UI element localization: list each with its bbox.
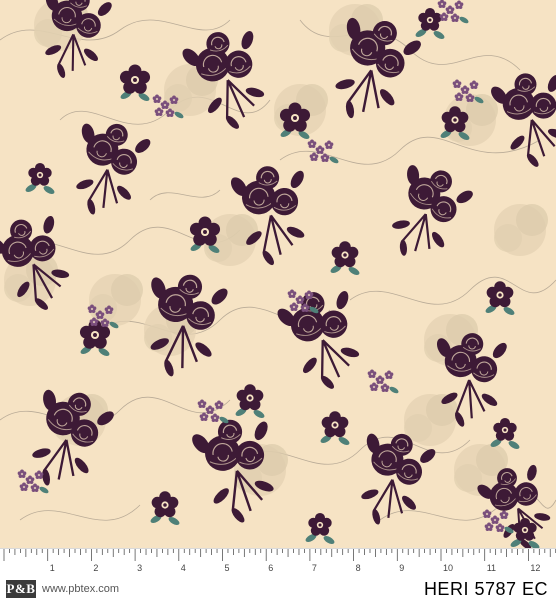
product-code: HERI 5787 EC bbox=[423, 579, 548, 599]
small-blossom bbox=[490, 515, 500, 524]
small-blossom bbox=[151, 491, 179, 518]
small-blossom bbox=[384, 370, 394, 379]
small-blossom bbox=[369, 382, 379, 391]
pb-logo: P&B bbox=[6, 580, 36, 598]
website-url: www.pbtex.com bbox=[42, 583, 120, 595]
vine bbox=[19, 504, 141, 521]
ruler-number: 8 bbox=[356, 563, 361, 573]
lilac-cluster bbox=[39, 486, 49, 494]
small-blossom bbox=[19, 482, 29, 491]
dotted-shrub bbox=[494, 204, 548, 256]
small-blossom bbox=[460, 85, 470, 94]
small-blossom bbox=[452, 79, 462, 88]
vine bbox=[0, 396, 231, 425]
small-blossom bbox=[25, 475, 35, 484]
small-blossom bbox=[119, 64, 151, 94]
vine bbox=[349, 276, 556, 305]
small-blossom bbox=[454, 92, 464, 101]
small-blossom bbox=[308, 512, 332, 536]
ruler-number: 1 bbox=[50, 563, 55, 573]
ruler-number: 6 bbox=[268, 563, 273, 573]
ruler-number: 5 bbox=[225, 563, 230, 573]
small-blossom bbox=[309, 152, 319, 161]
rose-bouquet bbox=[277, 291, 360, 389]
small-blossom bbox=[454, 0, 464, 9]
floral-print-pattern bbox=[0, 0, 556, 548]
small-blossom bbox=[380, 383, 390, 392]
small-blossom bbox=[469, 80, 479, 89]
leaf-pair bbox=[25, 184, 55, 194]
small-blossom bbox=[307, 139, 317, 148]
small-blossom bbox=[17, 469, 27, 478]
rose-bouquet bbox=[491, 73, 556, 167]
small-blossom bbox=[321, 411, 349, 438]
rose-bouquet bbox=[392, 165, 473, 256]
ruler-number: 2 bbox=[93, 563, 98, 573]
leaf-pair bbox=[120, 91, 150, 101]
small-blossom bbox=[495, 523, 505, 532]
ruler-scale: 1 2 3 4 5 6 7 8 9 10 11 12 bbox=[3, 549, 556, 573]
small-blossom bbox=[214, 400, 224, 409]
small-blossom bbox=[295, 295, 305, 304]
small-blossom bbox=[375, 375, 385, 384]
small-blossom bbox=[486, 281, 514, 308]
rose-bouquet bbox=[76, 123, 151, 215]
small-blossom bbox=[418, 7, 442, 31]
small-blossom bbox=[289, 302, 299, 311]
small-blossom bbox=[236, 384, 264, 411]
small-blossom bbox=[445, 5, 455, 14]
small-blossom bbox=[30, 483, 40, 492]
leaf-pair bbox=[330, 265, 360, 275]
small-blossom bbox=[450, 13, 460, 22]
small-blossom bbox=[287, 289, 297, 298]
small-blossom bbox=[34, 470, 44, 479]
leaf-pair bbox=[235, 408, 265, 418]
small-blossom bbox=[199, 412, 209, 421]
small-blossom bbox=[437, 0, 447, 8]
small-blossom bbox=[315, 145, 325, 154]
ruler-number: 7 bbox=[312, 563, 317, 573]
ruler-number: 9 bbox=[399, 563, 404, 573]
small-blossom bbox=[493, 417, 517, 441]
leaf-pair bbox=[485, 305, 515, 315]
lilac-cluster bbox=[459, 16, 469, 24]
fabric-swatch bbox=[0, 0, 556, 548]
small-blossom bbox=[439, 12, 449, 21]
small-blossom bbox=[482, 509, 492, 518]
vine bbox=[149, 189, 221, 201]
small-blossom bbox=[484, 522, 494, 531]
small-blossom bbox=[499, 510, 509, 519]
ruler-number: 10 bbox=[443, 563, 453, 573]
leaf-pair bbox=[415, 29, 445, 39]
leaf-pair bbox=[150, 515, 180, 525]
small-blossom bbox=[331, 241, 359, 268]
ruler-number: 11 bbox=[487, 563, 496, 573]
small-blossom bbox=[154, 107, 164, 116]
ruler-number: 12 bbox=[530, 563, 540, 573]
leaf-pair bbox=[305, 534, 335, 544]
small-blossom bbox=[367, 369, 377, 378]
small-blossom bbox=[304, 290, 314, 299]
small-blossom bbox=[205, 405, 215, 414]
ruler-number: 4 bbox=[181, 563, 186, 573]
measurement-ruler: 1 2 3 4 5 6 7 8 9 10 11 12 bbox=[0, 548, 556, 579]
small-blossom bbox=[28, 162, 52, 186]
leaf-pair bbox=[80, 346, 110, 356]
small-blossom bbox=[210, 413, 220, 422]
leaf-pair bbox=[320, 435, 350, 445]
small-blossom bbox=[197, 399, 207, 408]
small-blossom bbox=[152, 94, 162, 103]
footer-bar: P&B www.pbtex.com HERI 5787 EC bbox=[0, 578, 556, 600]
lilac-cluster bbox=[389, 386, 399, 394]
small-blossom bbox=[324, 140, 334, 149]
ruler-number: 3 bbox=[137, 563, 142, 573]
